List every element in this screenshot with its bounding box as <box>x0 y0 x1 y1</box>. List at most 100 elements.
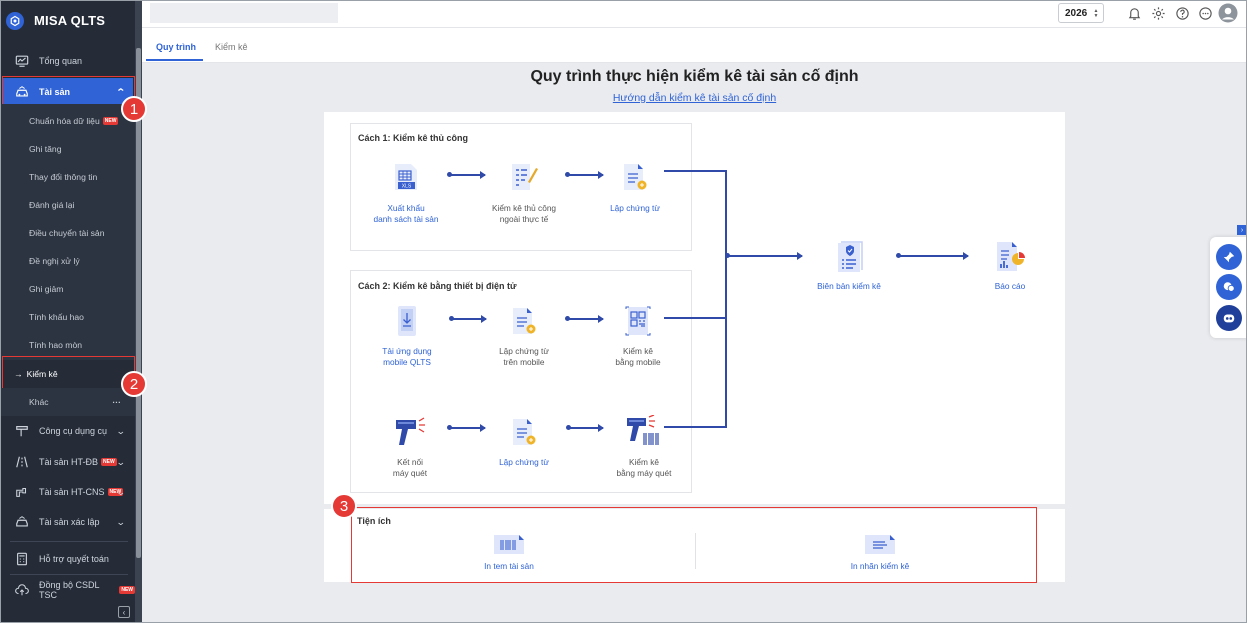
more-apps-icon[interactable] <box>1197 5 1213 21</box>
gear-icon[interactable] <box>1150 5 1166 21</box>
flow-arrow <box>447 424 486 432</box>
sidebar-item-label: Hỗ trợ quyết toán <box>39 554 109 564</box>
unit-name-placeholder <box>150 3 338 23</box>
flow-arrow <box>565 171 604 179</box>
avatar-icon[interactable] <box>1218 3 1238 23</box>
result-minutes-label[interactable]: Biên bản kiểm kê <box>794 281 904 292</box>
chevron-down-icon: ⌄ <box>116 486 127 497</box>
help-icon[interactable] <box>1174 5 1190 21</box>
result-report-label[interactable]: Báo cáo <box>955 281 1065 292</box>
tab-inventory[interactable]: Kiểm kê <box>215 42 248 52</box>
document-icon[interactable] <box>621 163 649 193</box>
more-icon: ··· <box>112 397 121 407</box>
flow-arrow <box>449 315 487 323</box>
barcode-label-icon[interactable] <box>493 532 525 556</box>
cloud-upload-icon <box>15 583 29 597</box>
subitem-label: Thay đổi thông tin <box>29 172 98 182</box>
car-outline-icon <box>15 515 29 529</box>
barcode-scanner-icon[interactable] <box>626 415 660 447</box>
sidebar-subitem-transfer[interactable]: Điều chuyển tài sản <box>0 219 135 247</box>
subitem-label: Tính hao mòn <box>29 340 83 350</box>
sidebar-subitem-depreciation[interactable]: Tính khấu hao <box>0 303 135 331</box>
pin-icon[interactable] <box>1216 244 1242 270</box>
sidebar-item-tools[interactable]: Công cụ dụng cụ ⌄ <box>0 417 135 445</box>
document-icon[interactable] <box>510 418 538 448</box>
monitor-icon <box>15 54 29 68</box>
new-badge: NEW <box>101 458 117 466</box>
connector-line <box>664 317 726 319</box>
sidebar-subitem-decrease[interactable]: Ghi giảm <box>0 275 135 303</box>
flow-arrow <box>725 252 803 260</box>
sidebar-subitem-other[interactable]: Khác ··· <box>0 388 135 416</box>
bot-icon[interactable] <box>1216 305 1242 331</box>
qr-mobile-icon[interactable] <box>624 306 652 336</box>
mobile-download-icon[interactable] <box>395 305 419 337</box>
sidebar-scroll-thumb[interactable] <box>136 48 141 558</box>
sidebar-item-label: Công cụ dụng cụ <box>39 426 108 436</box>
sidebar-item-established-assets[interactable]: Tài sản xác lập ⌄ <box>0 508 135 536</box>
method-1-title: Cách 1: Kiểm kê thủ công <box>358 133 469 143</box>
excel-export-icon[interactable]: XLS <box>392 163 420 193</box>
chevron-down-icon: ⌄ <box>116 516 127 527</box>
sidebar-subitem-change-info[interactable]: Thay đổi thông tin <box>0 163 135 191</box>
sidebar-item-label: Đồng bộ CSDL TSC <box>39 580 100 600</box>
sidebar-subitem-disposal-request[interactable]: Đề nghị xử lý <box>0 247 135 275</box>
sidebar-item-overview[interactable]: Tổng quan <box>0 47 135 75</box>
new-badge: NEW <box>102 117 119 125</box>
guide-link[interactable]: Hướng dẫn kiểm kê tài sản cố định <box>324 92 1065 104</box>
sidebar-subitem-normalize[interactable]: Chuẩn hóa dữ liệu NEW <box>0 107 135 135</box>
label-icon[interactable] <box>864 532 896 556</box>
flow-arrow <box>566 424 604 432</box>
document-icon[interactable] <box>510 307 538 337</box>
bell-icon[interactable] <box>1126 5 1142 21</box>
checklist-icon[interactable] <box>508 162 538 192</box>
sidebar-subitem-revaluation[interactable]: Đánh giá lại <box>0 191 135 219</box>
sidebar-subitem-wear[interactable]: Tính hao mòn <box>0 331 135 359</box>
subitem-label: Ghi tăng <box>29 144 62 154</box>
tab-bar: Quy trình Kiểm kê <box>142 28 1247 63</box>
sidebar-item-road-assets[interactable]: Tài sản HT-ĐB NEW ⌄ <box>0 448 135 476</box>
sidebar-divider <box>10 541 128 542</box>
calculator-icon <box>15 552 29 566</box>
report-shield-icon[interactable] <box>834 240 866 274</box>
subitem-label: Đề nghị xử lý <box>29 256 80 266</box>
year-selector[interactable]: 2026 ▲▼ <box>1058 3 1104 23</box>
chat-icon[interactable] <box>1216 274 1242 300</box>
step-scanner-voucher-label[interactable]: Lập chứng từ <box>469 457 579 468</box>
tab-process[interactable]: Quy trình <box>156 42 196 52</box>
collapse-sidebar-button[interactable]: ‹ <box>118 606 130 618</box>
print-inventory-label-label[interactable]: In nhãn kiểm kê <box>825 561 935 572</box>
subitem-label: Ghi giảm <box>29 284 64 294</box>
connector-line <box>664 170 726 172</box>
highlight-box-2 <box>2 356 135 389</box>
sidebar-item-label: Tài sản HT-ĐB <box>39 457 99 467</box>
floating-toolbar <box>1210 237 1247 338</box>
water-tap-icon <box>15 485 29 499</box>
step-mobile-check-label: Kiểm kê bằng mobile <box>615 346 661 367</box>
road-icon <box>15 455 29 469</box>
misa-logo-icon <box>6 12 24 30</box>
sidebar-item-settlement[interactable]: Hỗ trợ quyết toán <box>0 545 135 573</box>
subitem-label: Điều chuyển tài sản <box>29 228 105 238</box>
utilities-divider <box>695 533 696 569</box>
sidebar: MISA QLTS Tổng quan Tài sản ⌃ Chuẩn hóa … <box>0 0 147 623</box>
step-export-label[interactable]: Xuất khẩu danh sách tài sản <box>351 203 461 225</box>
sidebar-item-label: Tài sản xác lập <box>39 517 100 527</box>
top-bar: 2026 ▲▼ <box>142 0 1247 28</box>
method-2-title: Cách 2: Kiểm kê bằng thiết bị điện tử <box>358 281 517 291</box>
sidebar-item-water-assets[interactable]: Tài sản HT-CNS NEW ⌄ <box>0 478 135 506</box>
expand-toolbar-button[interactable]: › <box>1237 225 1247 235</box>
scanner-icon[interactable] <box>394 417 426 447</box>
print-asset-tag-label[interactable]: In tem tài sản <box>454 561 564 572</box>
step-create-voucher-label[interactable]: Lập chứng từ <box>580 203 690 214</box>
flow-arrow <box>565 315 604 323</box>
step-download-app-label[interactable]: Tải ứng dụng mobile QLTS <box>352 346 462 368</box>
connector-line <box>664 426 726 428</box>
step-mobile-voucher-label: Lập chứng từ trên mobile <box>499 346 549 367</box>
step-connect-scanner-label: Kết nối máy quét <box>392 457 428 478</box>
sidebar-subitem-increase[interactable]: Ghi tăng <box>0 135 135 163</box>
chart-report-icon[interactable] <box>994 240 1026 274</box>
page-title: Quy trình thực hiện kiểm kê tài sản cố đ… <box>530 68 859 85</box>
sidebar-item-sync[interactable]: Đồng bộ CSDL TSC NEW <box>0 576 135 604</box>
subitem-label: Khác <box>29 397 49 407</box>
